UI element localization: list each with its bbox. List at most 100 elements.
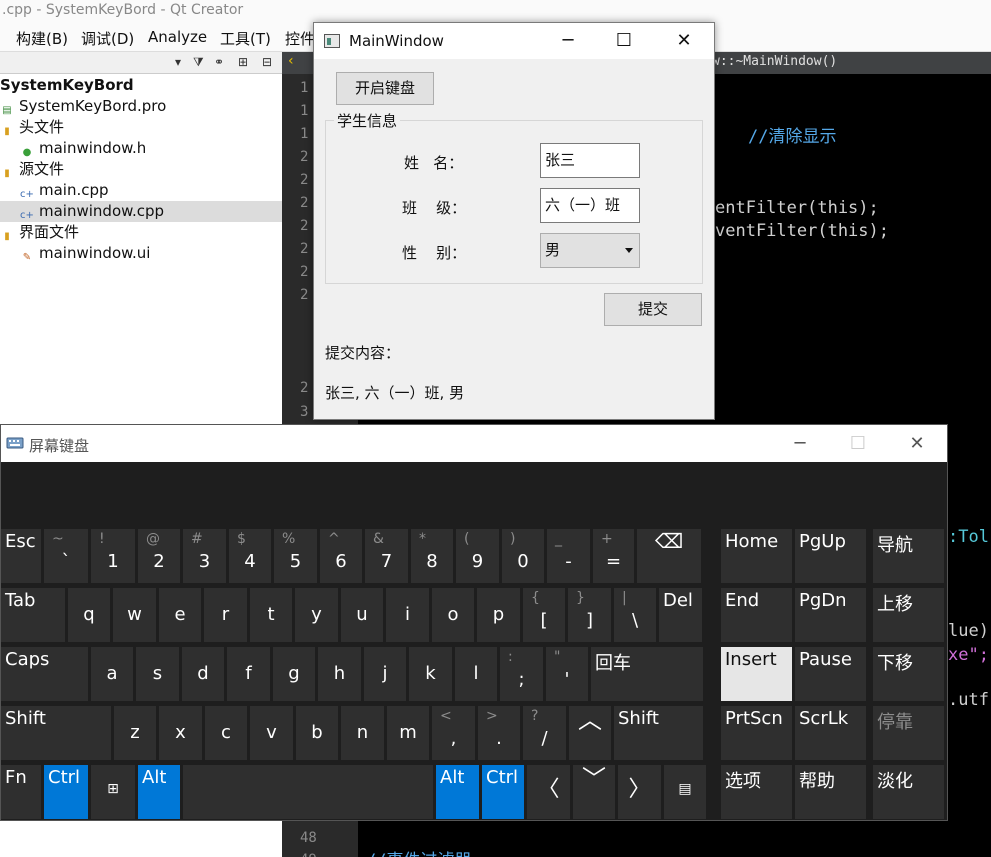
key-a[interactable]: a bbox=[91, 647, 133, 701]
key--[interactable]: {[ bbox=[523, 588, 565, 642]
tree-project-root[interactable]: SystemKeyBord bbox=[0, 75, 282, 96]
key-insert[interactable]: Insert bbox=[721, 647, 792, 701]
keyboard-titlebar[interactable]: 屏幕键盘 ─ ☐ ✕ bbox=[1, 425, 947, 462]
class-input[interactable]: 六（一）班 bbox=[540, 188, 640, 223]
key-v[interactable]: v bbox=[250, 706, 293, 760]
submit-button[interactable]: 提交 bbox=[604, 293, 702, 326]
key--[interactable]: 淡化 bbox=[873, 765, 944, 819]
key-e[interactable]: e bbox=[159, 588, 201, 642]
minimize-button[interactable]: ─ bbox=[777, 425, 823, 462]
key--[interactable]: 下移 bbox=[873, 647, 944, 701]
tree-item-selected[interactable]: c+ mainwindow.cpp bbox=[0, 201, 282, 222]
key-scrlk[interactable]: ScrLk bbox=[795, 706, 866, 760]
key-8[interactable]: * 8 bbox=[411, 529, 453, 583]
key-1[interactable]: ! 1 bbox=[91, 529, 135, 583]
key-k[interactable]: k bbox=[409, 647, 452, 701]
menu-tools[interactable]: 工具(T) bbox=[220, 28, 271, 49]
key--[interactable]: >. bbox=[478, 706, 520, 760]
key-del[interactable]: Del bbox=[659, 588, 702, 642]
key-ctrl[interactable]: Ctrl bbox=[44, 765, 88, 819]
key--[interactable]: }] bbox=[568, 588, 611, 642]
key-shift[interactable]: Shift bbox=[1, 706, 111, 760]
key-fn[interactable]: Fn bbox=[1, 765, 41, 819]
key-g[interactable]: g bbox=[273, 647, 315, 701]
link-icon[interactable]: ⚭ bbox=[214, 55, 224, 69]
key-i[interactable]: i bbox=[386, 588, 429, 642]
key-enter[interactable]: 回车 bbox=[591, 647, 703, 701]
key-o[interactable]: o bbox=[432, 588, 474, 642]
key-backspace[interactable]: ⌫ bbox=[637, 529, 701, 583]
key-y[interactable]: y bbox=[295, 588, 338, 642]
key--[interactable]: 上移 bbox=[873, 588, 944, 642]
key-h[interactable]: h bbox=[318, 647, 361, 701]
key-n[interactable]: n bbox=[341, 706, 384, 760]
key--[interactable]: 停靠 bbox=[873, 706, 944, 760]
key-4[interactable]: $4 bbox=[229, 529, 271, 583]
key-5[interactable]: % 5 bbox=[274, 529, 317, 583]
tree-item[interactable]: ▮ 界面文件 bbox=[0, 222, 282, 243]
tree-item[interactable]: ▤ SystemKeyBord.pro bbox=[0, 96, 282, 117]
key-z[interactable]: z bbox=[114, 706, 156, 760]
close-panel-icon[interactable]: ⊟ bbox=[262, 55, 272, 69]
key-backslash[interactable]: | \ bbox=[614, 588, 656, 642]
maximize-button[interactable]: ☐ bbox=[601, 23, 647, 59]
filter-icon[interactable]: ⧩ bbox=[193, 55, 204, 70]
key--[interactable]: 选项 bbox=[721, 765, 792, 819]
key-6[interactable]: ^ 6 bbox=[320, 529, 362, 583]
key--[interactable]: <, bbox=[432, 706, 475, 760]
key-w[interactable]: w bbox=[113, 588, 156, 642]
key-caps[interactable]: Caps bbox=[1, 647, 88, 701]
tree-item[interactable]: ▮ 头文件 bbox=[0, 117, 282, 138]
key-t[interactable]: t bbox=[250, 588, 292, 642]
key-pgup[interactable]: PgUp bbox=[795, 529, 866, 583]
key-j[interactable]: j bbox=[364, 647, 406, 701]
open-keyboard-button[interactable]: 开启键盘 bbox=[336, 72, 434, 105]
key--[interactable]: _ - bbox=[547, 529, 590, 583]
key-left-arrow[interactable]: 〈 bbox=[527, 765, 570, 819]
tree-item[interactable]: ✎ mainwindow.ui bbox=[0, 243, 282, 264]
key-windows[interactable]: ⊞ bbox=[91, 765, 135, 819]
editor-function-label[interactable]: w::~MainWindow() bbox=[712, 54, 837, 69]
key-d[interactable]: d bbox=[182, 647, 224, 701]
key-l[interactable]: l bbox=[455, 647, 497, 701]
key-u[interactable]: u bbox=[341, 588, 383, 642]
key-m[interactable]: m bbox=[387, 706, 429, 760]
tree-item[interactable]: ● mainwindow.h bbox=[0, 138, 282, 159]
name-input[interactable]: 张三 bbox=[540, 143, 640, 178]
maximize-button[interactable]: ☐ bbox=[835, 425, 881, 462]
key-s[interactable]: s bbox=[136, 647, 179, 701]
close-button[interactable]: ✕ bbox=[661, 23, 707, 59]
key-down-arrow[interactable]: ﹀ bbox=[573, 765, 615, 819]
key-prtscn[interactable]: PrtScn bbox=[721, 706, 792, 760]
menu-debug[interactable]: 调试(D) bbox=[81, 28, 134, 49]
key--[interactable]: + = bbox=[593, 529, 634, 583]
menu-controls[interactable]: 控件 bbox=[285, 28, 315, 49]
key-pgdn[interactable]: PgDn bbox=[795, 588, 866, 642]
key-ctrl[interactable]: Ctrl bbox=[482, 765, 524, 819]
key-2[interactable]: @2 bbox=[138, 529, 180, 583]
key-9[interactable]: (9 bbox=[456, 529, 499, 583]
menu-build[interactable]: 构建(B) bbox=[16, 28, 68, 49]
key-r[interactable]: r bbox=[204, 588, 247, 642]
key-space[interactable] bbox=[183, 765, 433, 819]
key-0[interactable]: ) 0 bbox=[502, 529, 544, 583]
key-end[interactable]: End bbox=[721, 588, 792, 642]
key-tab[interactable]: Tab bbox=[1, 588, 65, 642]
key-backtick[interactable]: ~ ` bbox=[44, 529, 88, 583]
split-icon[interactable]: ⊞ bbox=[238, 55, 248, 69]
key-3[interactable]: #3 bbox=[183, 529, 226, 583]
key-shift[interactable]: Shift bbox=[614, 706, 703, 760]
key-pause[interactable]: Pause bbox=[795, 647, 866, 701]
key--[interactable]: 帮助 bbox=[795, 765, 866, 819]
close-button[interactable]: ✕ bbox=[894, 425, 940, 462]
key-7[interactable]: & 7 bbox=[365, 529, 408, 583]
key--[interactable]: :; bbox=[500, 647, 543, 701]
key-right-arrow[interactable]: 〉 bbox=[618, 765, 661, 819]
key-p[interactable]: p bbox=[477, 588, 520, 642]
key-home[interactable]: Home bbox=[721, 529, 792, 583]
key-up-arrow[interactable]: ︿ bbox=[569, 706, 611, 760]
key-x[interactable]: x bbox=[159, 706, 202, 760]
back-arrow-icon[interactable]: ‹ bbox=[288, 53, 294, 69]
key-alt[interactable]: Alt bbox=[436, 765, 479, 819]
key--[interactable]: " ' bbox=[546, 647, 588, 701]
